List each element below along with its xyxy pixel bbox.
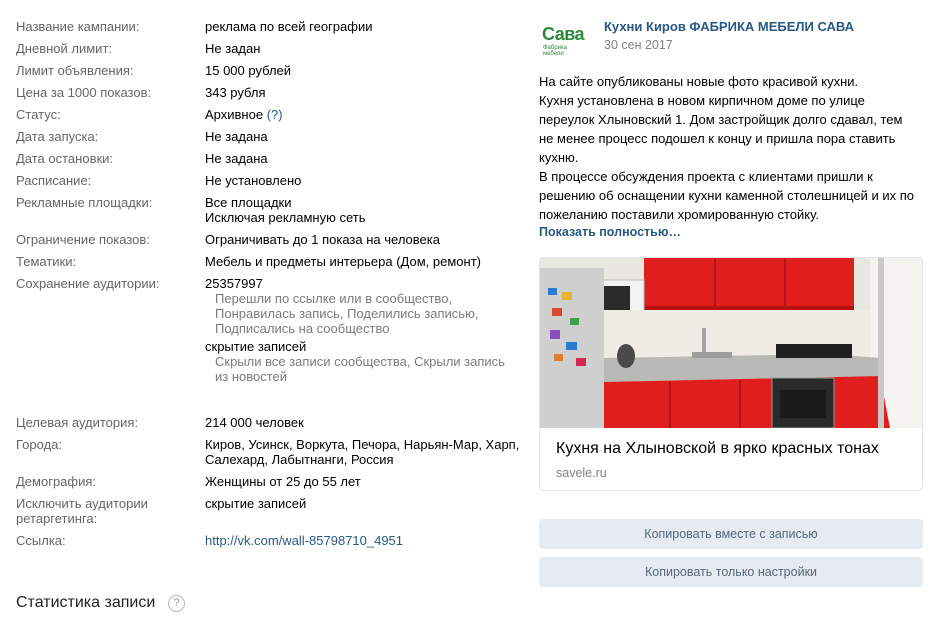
value: Не задана [205, 151, 268, 166]
post-link[interactable]: http://vk.com/wall-85798710_4951 [205, 533, 403, 548]
audience-event: Понравилась запись, Поделились записью, [215, 306, 479, 321]
label: Дата остановки: [16, 151, 114, 166]
value: Женщины от 25 до 55 лет [205, 474, 361, 489]
copy-with-post-button[interactable]: Копировать вместе с записью [539, 519, 923, 549]
cities-line-1: Киров, Усинск, Воркута, Печора, Нарьян-М… [205, 437, 520, 452]
platforms-line-1: Все площадки [205, 195, 292, 210]
snippet-domain: savele.ru [556, 466, 607, 480]
label: Цена за 1000 показов: [16, 85, 152, 100]
label: Сохранение аудитории: [16, 276, 160, 291]
value: 25357997 Перешли по ссылке или в сообщес… [205, 276, 525, 384]
status-value: Архивное [205, 107, 264, 122]
value: Не задан [205, 41, 261, 56]
value: Все площадки Исключая рекламную сеть [205, 195, 525, 225]
audience-event: Перешли по ссылке или в сообщество, [215, 291, 453, 306]
post-date: 30 сен 2017 [604, 38, 673, 52]
label: Расписание: [16, 173, 92, 188]
value: Ограничивать до 1 показа на человека [205, 232, 440, 247]
show-more-link[interactable]: Показать полностью… [539, 225, 681, 239]
label: Статус: [16, 107, 61, 122]
value: скрытие записей [205, 496, 307, 511]
post-text-line: В процессе обсуждения проекта с клиентам… [539, 169, 873, 184]
audience-id: 25357997 [205, 276, 263, 291]
post-author-link[interactable]: Кухни Киров ФАБРИКА МЕБЕЛИ САВА [604, 19, 854, 34]
label: Ограничение показов: [16, 232, 150, 247]
community-logo[interactable]: Сава Фабрика мебели [539, 18, 589, 68]
exclude-label-line-1: Исключить аудитории [16, 496, 148, 511]
status-help-link[interactable]: (?) [267, 107, 283, 122]
value: 15 000 рублей [205, 63, 292, 78]
label: Рекламные площадки: [16, 195, 153, 210]
post-text-line: не менее процесс подошел к концу и пришл… [539, 131, 896, 146]
kitchen-photo [540, 258, 922, 428]
link-snippet-card[interactable]: Кухня на Хлыновской в ярко красных тонах… [539, 257, 923, 491]
value: реклама по всей географии [205, 19, 373, 34]
snippet-title[interactable]: Кухня на Хлыновской в ярко красных тонах [556, 440, 879, 458]
label: Тематики: [16, 254, 77, 269]
post-text-line: пожеланию поставили хромированную стойку… [539, 207, 819, 222]
label: Города: [16, 437, 63, 452]
label: Ссылка: [16, 533, 66, 548]
post-text-line: кухню. [539, 150, 579, 165]
post-text-line: решению об оснащении кухни каменной стол… [539, 188, 915, 203]
label: Лимит объявления: [16, 63, 134, 78]
value: http://vk.com/wall-85798710_4951 [205, 533, 525, 548]
value: Киров, Усинск, Воркута, Печора, Нарьян-М… [205, 437, 525, 467]
post-text-line: Кухня установлена в новом кирпичном доме… [539, 93, 865, 108]
copy-settings-button[interactable]: Копировать только настройки [539, 557, 923, 587]
label: Название кампании: [16, 19, 140, 34]
post-text: На сайте опубликованы новые фото красиво… [539, 72, 923, 224]
stats-help-icon[interactable]: ? [168, 595, 185, 612]
logo-text: Сава [542, 24, 585, 44]
post-text-line: переулок Хлыновский 1. Дом застройщик до… [539, 112, 903, 127]
hidden-event: Скрыли все записи сообщества, Скрыли зап… [215, 354, 505, 369]
label: Демография: [16, 474, 97, 489]
label: Целевая аудитория: [16, 415, 139, 430]
value: 343 рубля [205, 85, 266, 100]
audience-event: Подписались на сообщество [215, 321, 390, 336]
value: Архивное (?) [205, 107, 525, 122]
stats-section-title: Статистика записи [16, 594, 156, 611]
post-text-line: На сайте опубликованы новые фото красиво… [539, 74, 859, 89]
cities-line-2: Салехард, Лабытнанги, Россия [205, 452, 394, 467]
exclude-label-line-2: ретаргетинга: [16, 511, 98, 526]
hidden-event: из новостей [215, 369, 288, 384]
value: Не задана [205, 129, 268, 144]
platforms-line-2: Исключая рекламную сеть [205, 210, 366, 225]
value: Мебель и предметы интерьера (Дом, ремонт… [205, 254, 481, 269]
value: 214 000 человек [205, 415, 304, 430]
value: Не установлено [205, 173, 302, 188]
label: Дата запуска: [16, 129, 99, 144]
hidden-audience-label: скрытие записей [205, 339, 307, 354]
label: Исключить аудитории ретаргетинга: [16, 496, 196, 526]
label: Дневной лимит: [16, 41, 113, 56]
logo-subtext: Фабрика мебели [543, 45, 568, 57]
